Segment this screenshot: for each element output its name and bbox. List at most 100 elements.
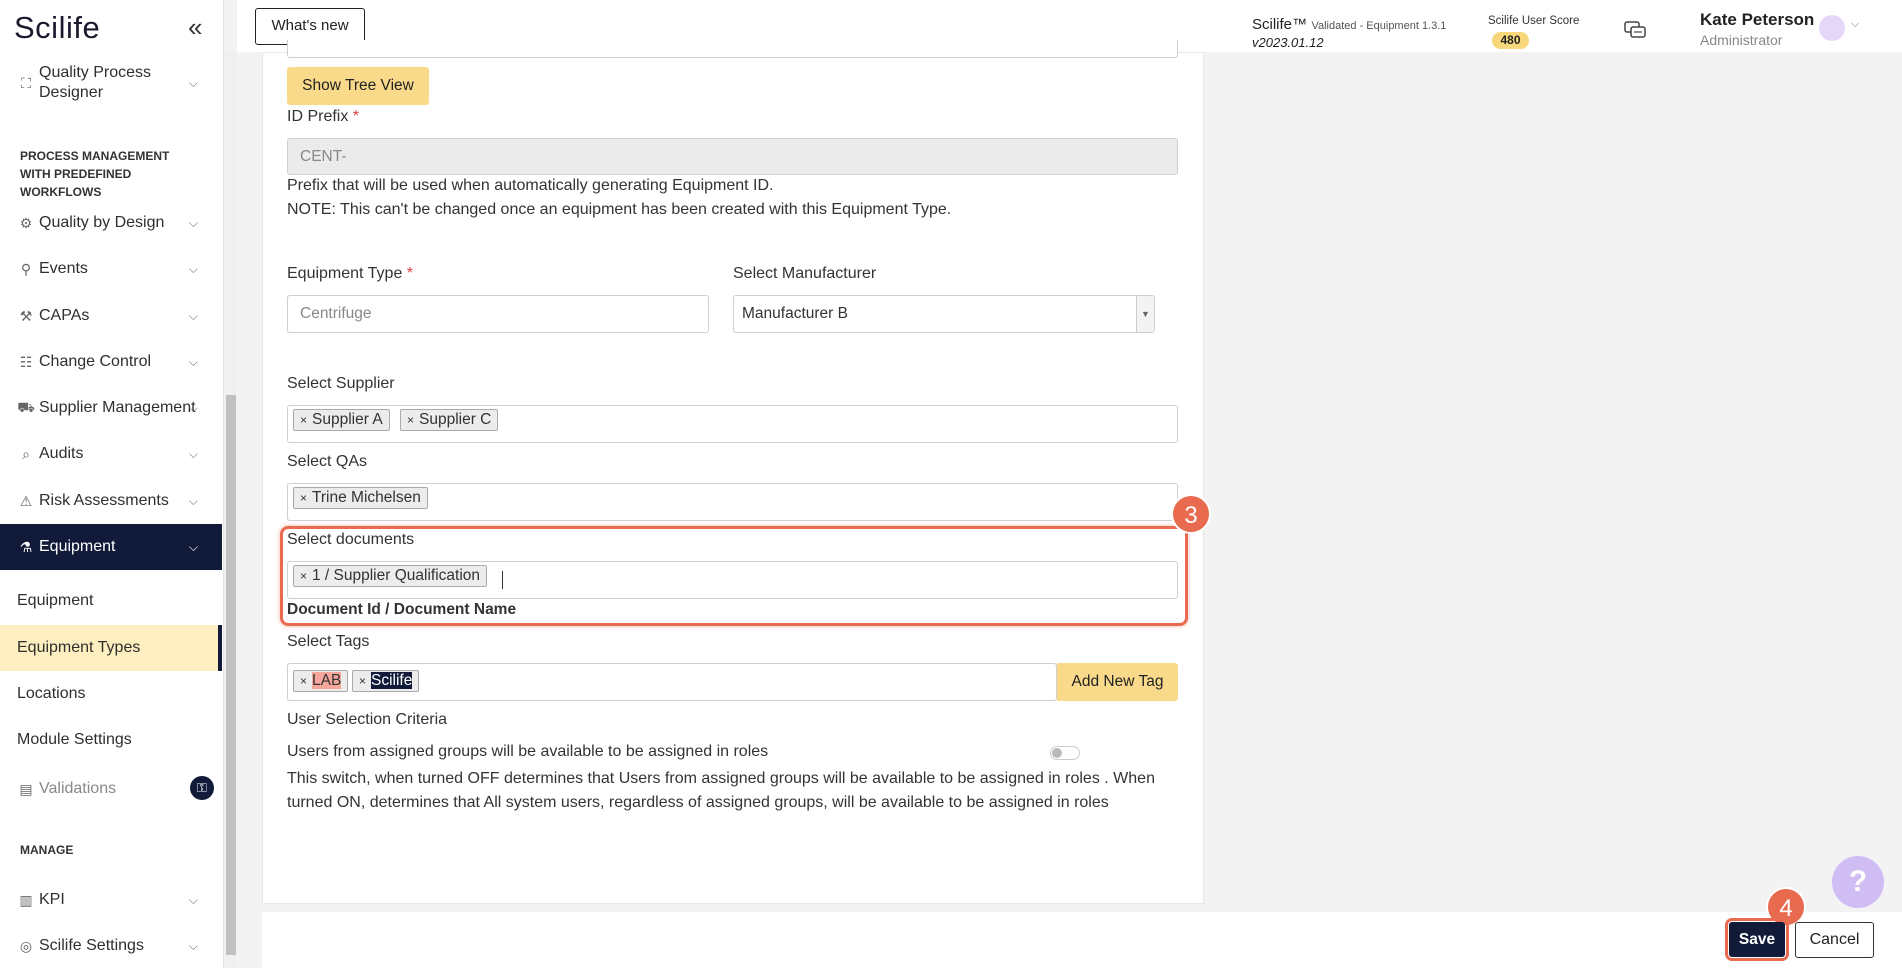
user-groups-toggle[interactable]	[1050, 746, 1080, 760]
sidebar-item-equipment[interactable]: ⚗ Equipment ⌵	[0, 524, 222, 570]
step-3-badge: 3	[1171, 494, 1211, 534]
qas-label: Select QAs	[287, 453, 368, 470]
id-prefix-input: CENT-	[287, 138, 1178, 175]
supplier-icon: ⛟	[17, 398, 35, 415]
chip-label: Trine Michelsen	[312, 489, 421, 506]
chevron-down-icon: ⌵	[188, 446, 198, 461]
chevron-down-icon: ⌵	[188, 308, 198, 323]
sidebar-item-label: Validations	[39, 780, 117, 797]
save-button[interactable]: Save	[1725, 918, 1789, 961]
footer-bar	[262, 912, 1902, 968]
supplier-label: Select Supplier	[287, 375, 395, 392]
sidebar-item-label: Quality by Design	[39, 214, 165, 231]
pin-icon: ⚲	[20, 260, 32, 277]
chevron-down-icon: ⌵	[188, 261, 198, 276]
chevron-down-icon: ⌵	[188, 892, 198, 907]
remove-icon[interactable]: ×	[300, 410, 307, 430]
sidebar-item-label: Events	[39, 260, 88, 277]
remove-icon[interactable]: ×	[300, 488, 307, 508]
remove-icon[interactable]: ×	[359, 671, 366, 691]
label-text: Equipment Type	[287, 265, 403, 282]
chevron-down-icon: ⌵	[188, 400, 198, 415]
sidebar-item-validations[interactable]: ▤ Validations	[0, 777, 222, 801]
brand-label: Scilife™	[1252, 16, 1308, 33]
chevron-down-icon[interactable]: ⌵	[1851, 18, 1859, 31]
supplier-chip[interactable]: × Supplier C	[400, 409, 499, 431]
switch-help-text: This switch, when turned OFF determines …	[287, 770, 1155, 811]
sidebar-item-label: Risk Assessments	[39, 492, 169, 509]
clipboard-icon: ▤	[19, 780, 33, 797]
chevron-down-icon: ⌵	[188, 354, 198, 369]
user-selection-label: User Selection Criteria	[287, 711, 448, 728]
remove-icon[interactable]: ×	[407, 410, 414, 430]
help-icon[interactable]: ?	[1832, 856, 1884, 908]
avatar[interactable]	[1819, 15, 1845, 41]
sidebar: Scilife « ⛶ Quality Process Designer ⌵ P…	[0, 0, 224, 968]
change-control-icon: ☷	[19, 353, 33, 370]
equipment-type-input[interactable]: Centrifuge	[287, 295, 709, 333]
warning-icon: ⚠	[19, 492, 33, 509]
tags-multiselect[interactable]: × LAB × Scilife	[287, 663, 1057, 701]
sidebar-item-label: Audits	[39, 445, 84, 462]
user-score-label: Scilife User Score	[1488, 15, 1580, 27]
step-3-highlight	[280, 526, 1188, 626]
section-header-process: PROCESS MANAGEMENT WITH PREDEFINED WORKF…	[20, 149, 170, 199]
tag-chip[interactable]: × LAB	[293, 670, 349, 692]
previous-field[interactable]	[287, 40, 1178, 58]
sidebar-scrollbar-thumb[interactable]	[226, 395, 236, 955]
sidebar-item-label: Quality Process Designer	[39, 64, 152, 101]
manufacturer-select[interactable]: Manufacturer B ▼	[733, 295, 1155, 333]
chat-icon[interactable]	[1624, 20, 1646, 40]
dropdown-arrow-icon[interactable]: ▼	[1136, 296, 1154, 332]
sidebar-item-label: Equipment	[39, 538, 116, 555]
qas-multiselect[interactable]: × Trine Michelsen	[287, 483, 1178, 521]
sidebar-item-kpi[interactable]: ▥ KPI ⌵	[0, 888, 222, 912]
collapse-sidebar-icon[interactable]: «	[188, 12, 202, 43]
chip-label: Supplier C	[419, 411, 492, 428]
prefix-note-text: NOTE: This can't be changed once an equi…	[287, 201, 952, 218]
sidebar-item-audits[interactable]: ⌕ Audits ⌵	[0, 442, 222, 466]
chart-icon: ▥	[19, 891, 33, 908]
equipment-type-label: Equipment Type *	[287, 265, 413, 283]
chip-label: LAB	[312, 672, 342, 689]
settings-icon: ◎	[19, 937, 33, 954]
sidebar-subitem-equipment[interactable]: Equipment	[0, 592, 222, 616]
sidebar-item-risk-assessments[interactable]: ⚠ Risk Assessments ⌵	[0, 489, 222, 513]
sidebar-item-change-control[interactable]: ☷ Change Control ⌵	[0, 350, 222, 374]
supplier-chip[interactable]: × Supplier A	[293, 409, 390, 431]
sidebar-subitem-module-settings[interactable]: Module Settings	[0, 731, 222, 755]
sidebar-item-events[interactable]: ⚲ Events ⌵	[0, 257, 222, 281]
user-groups-label: Users from assigned groups will be avail…	[287, 743, 769, 760]
chip-label: Supplier A	[312, 411, 383, 428]
chevron-down-icon: ⌵	[188, 75, 198, 90]
scilife-logo: Scilife	[14, 10, 101, 45]
chevron-down-icon: ⌵	[188, 539, 198, 554]
sidebar-item-scilife-settings[interactable]: ◎ Scilife Settings ⌵	[0, 934, 222, 958]
show-tree-view-button[interactable]: Show Tree View	[287, 67, 429, 105]
qa-chip[interactable]: × Trine Michelsen	[293, 487, 428, 509]
sidebar-subitem-locations[interactable]: Locations	[0, 685, 222, 709]
section-header-manage: MANAGE	[20, 843, 74, 857]
chevron-down-icon: ⌵	[188, 215, 198, 230]
audit-icon: ⌕	[22, 445, 30, 462]
supplier-multiselect[interactable]: × Supplier A × Supplier C	[287, 405, 1178, 443]
sidebar-item-supplier-management[interactable]: ⛟ Supplier Management ⌵	[0, 396, 222, 420]
prefix-help-text: Prefix that will be used when automatica…	[287, 177, 774, 194]
sidebar-item-quality-by-design[interactable]: ⚙ Quality by Design ⌵	[0, 211, 222, 235]
user-role: Administrator	[1700, 32, 1783, 48]
remove-icon[interactable]: ×	[300, 671, 307, 691]
sidebar-subitem-equipment-types[interactable]: Equipment Types	[0, 625, 222, 671]
capa-icon: ⚒	[19, 307, 33, 324]
cancel-button[interactable]: Cancel	[1795, 922, 1874, 958]
user-name: Kate Peterson	[1700, 10, 1815, 29]
add-new-tag-button[interactable]: Add New Tag	[1057, 663, 1178, 701]
sidebar-item-label: CAPAs	[39, 307, 90, 324]
tag-chip[interactable]: × Scilife	[352, 670, 420, 692]
sidebar-item-quality-process-designer[interactable]: ⛶ Quality Process Designer ⌵	[0, 62, 222, 104]
sidebar-item-label: Scilife Settings	[39, 937, 144, 954]
sidebar-item-capas[interactable]: ⚒ CAPAs ⌵	[0, 304, 222, 328]
lock-icon: ⚿	[190, 776, 214, 800]
workflow-icon: ⛶	[21, 74, 31, 91]
tags-label: Select Tags	[287, 633, 370, 650]
required-asterisk: *	[352, 108, 360, 125]
